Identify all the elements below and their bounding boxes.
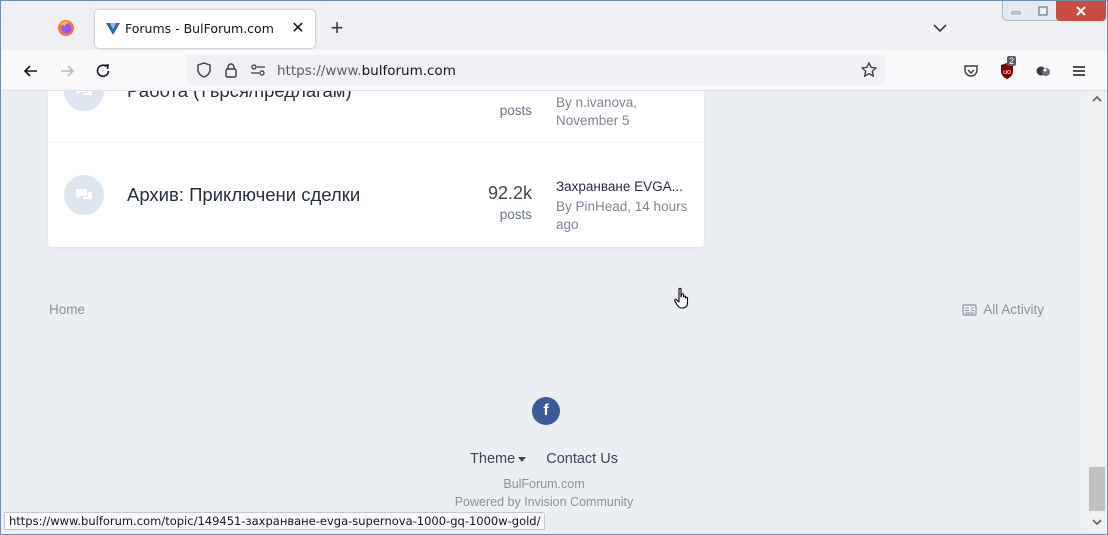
- forum-row[interactable]: Работа (търся/предлагам) posts By n.ivan…: [48, 91, 704, 143]
- svg-text:uo: uo: [1003, 69, 1011, 76]
- url-domain: bulforum.com: [361, 63, 456, 79]
- posts-label: posts: [499, 207, 532, 222]
- last-post-title-link[interactable]: Захранване EVGA...: [556, 179, 696, 194]
- browser-window: Forums - BulForum.com ✕ + https://www.bu…: [0, 0, 1108, 535]
- theme-label: Theme: [470, 451, 516, 467]
- url-scheme: https://www.: [277, 63, 362, 79]
- list-all-tabs-button[interactable]: [929, 18, 951, 38]
- forum-chat-icon: [64, 91, 104, 111]
- arrow-left-icon: [23, 65, 37, 77]
- theme-menu[interactable]: Theme: [470, 451, 527, 467]
- powered-by-link[interactable]: Powered by Invision Community: [1, 495, 1087, 509]
- page-viewport: Работа (търся/предлагам) posts By n.ivan…: [1, 91, 1087, 530]
- maximize-icon: [1038, 6, 1048, 16]
- footer-brand: BulForum.com: [503, 477, 585, 491]
- arrow-right-icon: [61, 65, 75, 77]
- menu-button[interactable]: [1065, 58, 1093, 84]
- facebook-icon[interactable]: f: [532, 397, 560, 425]
- vertical-scrollbar[interactable]: [1087, 91, 1107, 530]
- status-url-tooltip: https://www.bulforum.com/topic/149451-за…: [4, 512, 546, 530]
- close-window-button[interactable]: [1056, 1, 1106, 21]
- newspaper-icon: [962, 303, 977, 316]
- minimize-button[interactable]: [1002, 1, 1030, 21]
- pocket-icon: [964, 65, 978, 77]
- extension-icon: [1036, 66, 1050, 76]
- contact-us-link[interactable]: Contact Us: [546, 451, 618, 467]
- maximize-button[interactable]: [1030, 1, 1056, 21]
- caret-down-icon: [518, 456, 527, 462]
- footer-links: Theme Contact Us: [1, 451, 1087, 467]
- firefox-icon[interactable]: [53, 15, 79, 41]
- breadcrumb-footer: Home All Activity: [48, 302, 1044, 320]
- tab-title: Forums - BulForum.com: [125, 21, 274, 36]
- navigation-toolbar: https://www.bulforum.com uo 2: [1, 50, 1107, 91]
- bulforum-favicon-icon: [106, 23, 120, 35]
- close-icon: [1076, 6, 1086, 16]
- all-activity-link[interactable]: All Activity: [962, 302, 1044, 317]
- lock-icon[interactable]: [222, 61, 240, 79]
- ublock-button[interactable]: uo 2: [993, 56, 1021, 84]
- back-button[interactable]: [17, 58, 45, 84]
- scroll-down-arrow-icon[interactable]: [1087, 514, 1107, 530]
- last-post-meta[interactable]: By n.ivanova, November 5: [556, 94, 692, 130]
- forum-list-card: Работа (търся/предлагам) posts By n.ivan…: [48, 91, 704, 247]
- forum-title-link[interactable]: Работа (търся/предлагам): [127, 91, 352, 102]
- all-activity-label: All Activity: [983, 302, 1044, 317]
- reload-button[interactable]: [89, 58, 117, 84]
- hamburger-menu-icon: [1073, 66, 1085, 76]
- tab-strip: Forums - BulForum.com ✕ +: [1, 1, 1107, 50]
- posts-count: 92.2k: [487, 183, 532, 203]
- address-bar[interactable]: https://www.bulforum.com: [187, 55, 885, 85]
- new-tab-button[interactable]: +: [325, 17, 349, 41]
- scrollbar-thumb[interactable]: [1089, 467, 1105, 511]
- home-link[interactable]: Home: [49, 302, 85, 317]
- permissions-icon[interactable]: [249, 61, 267, 79]
- bookmark-star-icon[interactable]: [860, 61, 878, 79]
- ublock-badge: 2: [1007, 56, 1017, 66]
- forum-row[interactable]: Архив: Приключени сделки 92.2k posts Зах…: [48, 143, 704, 247]
- reload-icon: [96, 64, 110, 77]
- extension-button[interactable]: [1029, 58, 1057, 84]
- shield-icon[interactable]: [195, 61, 213, 79]
- url-text: https://www.bulforum.com: [277, 63, 456, 79]
- minimize-icon: [1011, 11, 1021, 15]
- posts-label: posts: [499, 103, 532, 118]
- hand-pointer-cursor-icon: [674, 287, 689, 309]
- forum-title-link[interactable]: Архив: Приключени сделки: [127, 184, 360, 206]
- pocket-button[interactable]: [957, 58, 985, 84]
- forum-chat-icon: [64, 175, 104, 215]
- tab-forums[interactable]: Forums - BulForum.com ✕: [95, 10, 315, 48]
- chevron-down-icon: [933, 24, 947, 33]
- scroll-up-arrow-icon[interactable]: [1087, 91, 1107, 107]
- last-post-meta[interactable]: By PinHead, 14 hours ago: [556, 198, 692, 234]
- tab-close-icon[interactable]: ✕: [289, 19, 307, 37]
- forward-button[interactable]: [53, 58, 81, 84]
